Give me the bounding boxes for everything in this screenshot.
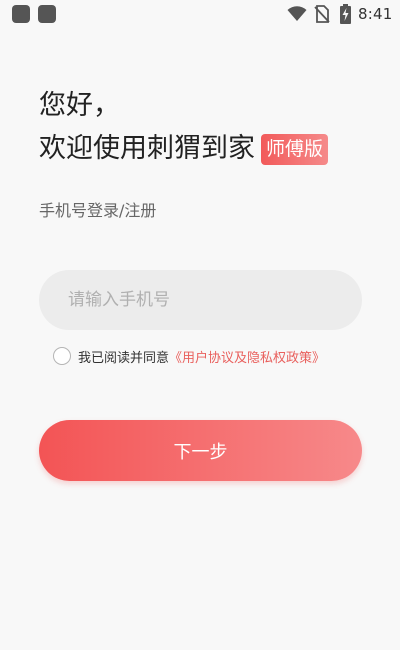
status-time: 8:41 — [358, 5, 393, 23]
phone-number-input[interactable] — [39, 270, 362, 330]
next-button[interactable]: 下一步 — [39, 420, 362, 481]
agreement-link[interactable]: 《用户协议及隐私权政策》 — [169, 347, 325, 366]
battery-charging-icon — [340, 4, 351, 24]
status-bar: 8:41 — [0, 0, 400, 28]
welcome-text: 欢迎使用刺猬到家 — [39, 133, 255, 164]
agreement-text: 我已阅读并同意 — [78, 350, 170, 366]
login-subtitle: 手机号登录/注册 — [39, 201, 157, 220]
edition-badge: 师傅版 — [261, 133, 329, 165]
app-notification-icon — [38, 5, 56, 23]
welcome-row: 欢迎使用刺猬到家 师傅版 — [39, 130, 329, 168]
agreement-checkbox[interactable] — [53, 347, 71, 365]
agreement-row: 我已阅读并同意 《用户协议及隐私权政策》 — [53, 346, 325, 366]
wifi-icon — [287, 6, 307, 21]
greeting-text: 您好， — [39, 90, 120, 121]
no-sim-icon — [314, 5, 330, 23]
app-notification-icon — [12, 5, 30, 23]
